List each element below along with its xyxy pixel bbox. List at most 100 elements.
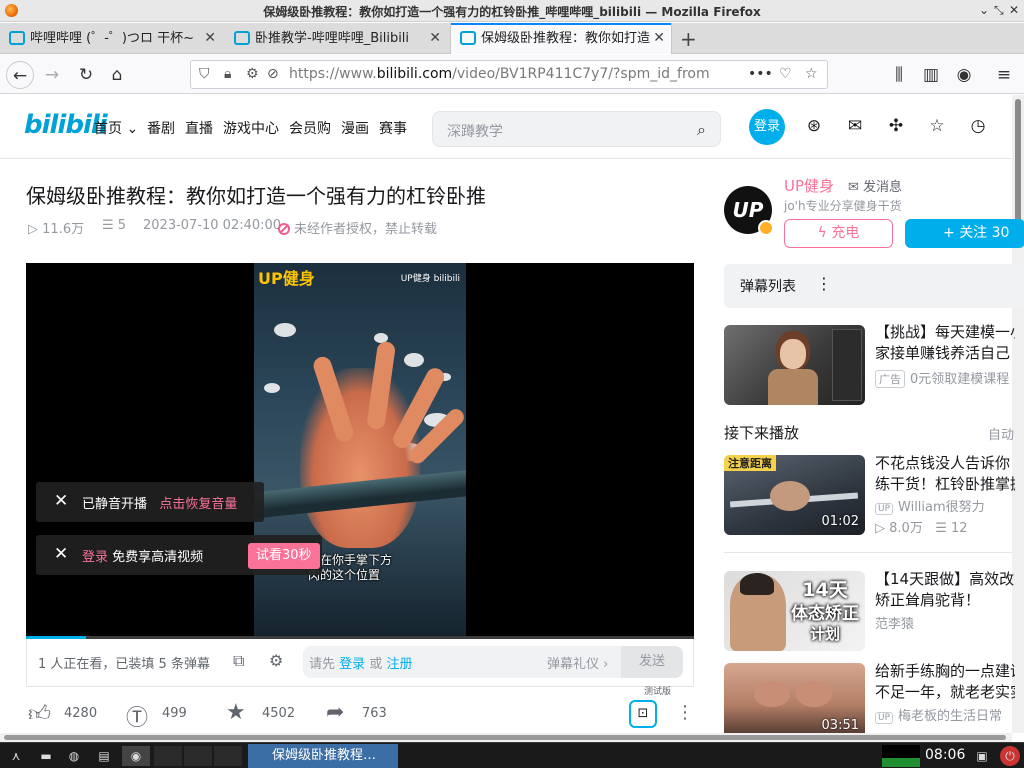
tab-bilibili-home[interactable]: 哔哩哔哩 (゜-゜)つロ 干杯~ ✕: [0, 23, 222, 54]
try-30s-button[interactable]: 试看30秒: [248, 543, 320, 569]
hand-image: [300, 368, 420, 548]
close-window-icon[interactable]: ✕: [1009, 3, 1019, 17]
register-link[interactable]: 注册: [386, 657, 412, 672]
workspace-1[interactable]: [154, 746, 182, 766]
sidebar-icon[interactable]: ▥: [917, 61, 945, 89]
shield-icon[interactable]: ⛉: [199, 66, 210, 82]
video-thumbnail[interactable]: 03:51: [724, 663, 865, 733]
reload-icon[interactable]: ↻: [72, 61, 100, 89]
user-icon[interactable]: ▣: [972, 746, 992, 766]
lock-icon[interactable]: 🔒︎: [224, 66, 231, 82]
danmaku-settings-icon[interactable]: ⚙: [269, 651, 283, 670]
uploader-avatar[interactable]: UP: [724, 186, 774, 236]
firefox-launcher-icon[interactable]: ◉: [122, 746, 150, 766]
tab-close-icon[interactable]: ✕: [204, 23, 216, 54]
tab-close-icon[interactable]: ✕: [429, 23, 441, 54]
danmaku-list-header[interactable]: 弹幕列表 ⋮: [724, 264, 1024, 308]
menu-esports[interactable]: 赛事: [379, 118, 407, 138]
close-icon[interactable]: ✕: [54, 544, 68, 564]
url-text[interactable]: https://www.bilibili.com/video/BV1RP411C…: [289, 66, 709, 82]
files-icon[interactable]: ▤: [92, 746, 116, 766]
bookmark-star-icon[interactable]: ☆: [805, 66, 818, 82]
send-danmaku-button[interactable]: 发送: [621, 646, 683, 678]
workspace-2[interactable]: [184, 746, 212, 766]
taskbar-firefox-window[interactable]: 保姆级卧推教程…: [248, 744, 398, 768]
favorites-icon[interactable]: ☆: [926, 115, 948, 137]
danmaku-etiquette-link[interactable]: 弹幕礼仪 ›: [547, 653, 608, 672]
more-options-icon[interactable]: ⋮: [676, 702, 694, 723]
danmaku-toggle-icon[interactable]: ⧉: [233, 651, 244, 671]
search-input[interactable]: 深蹲教学 ⌕: [432, 111, 721, 147]
charge-button[interactable]: ϟ 充电: [784, 219, 893, 248]
page-actions-icon[interactable]: •••: [748, 66, 773, 82]
video-title-link[interactable]: 不花点钱没人告诉你 练干货！杠铃卧推掌握: [875, 453, 1015, 495]
video-thumbnail[interactable]: 14天 体态矫正 计划: [724, 571, 865, 651]
uploader-name[interactable]: UP健身: [784, 175, 834, 196]
ad-title[interactable]: 【挑战】每天建模一小时家接单赚钱养活自己: [875, 322, 1015, 364]
ad-subtitle[interactable]: 广告 0元领取建模课程: [875, 368, 1009, 388]
new-tab-icon[interactable]: +: [680, 27, 697, 51]
power-icon[interactable]: ⏻: [1000, 746, 1020, 766]
tab-current-video[interactable]: 保姆级卧推教程：教你如打造 ✕: [450, 23, 672, 54]
terminal-icon[interactable]: ▬: [36, 746, 56, 766]
danmaku-input[interactable]: 请先 登录 或 注册 弹幕礼仪 › 发送: [303, 646, 683, 678]
kebab-menu-icon[interactable]: ⋮: [816, 274, 832, 293]
play-icon: ▷: [28, 222, 38, 237]
search-icon[interactable]: ⌕: [697, 120, 706, 140]
restore-icon[interactable]: ⤡: [994, 3, 1004, 18]
start-menu-icon[interactable]: ⋏: [4, 746, 28, 766]
danmaku-login-link[interactable]: 登录: [339, 657, 365, 672]
video-title-link[interactable]: 【14天跟做】高效改善 矫正耸肩驼背！: [875, 569, 1015, 611]
page-horizontal-scrollbar[interactable]: [0, 733, 1012, 742]
follow-button[interactable]: + 关注 30: [905, 219, 1024, 248]
tab-bench-search[interactable]: 卧推教学-哔哩哔哩_Bilibili ✕: [225, 23, 447, 54]
copyright-notice: 未经作者授权，禁止转载: [278, 218, 437, 237]
vip-icon[interactable]: ⊛: [803, 115, 825, 137]
navigation-toolbar: ← → ↻ ⌂ ⛉ 🔒︎ ⚙ ⊘ https://www.bilibili.co…: [0, 55, 1024, 94]
url-bar[interactable]: ⛉ 🔒︎ ⚙ ⊘ https://www.bilibili.com/video/…: [190, 60, 828, 89]
video-uploader[interactable]: UP William很努力: [875, 496, 985, 515]
page-vertical-scrollbar[interactable]: [1012, 95, 1024, 733]
video-player[interactable]: UP健身 UP健身 bilibili 放在你手掌下方 肉的这个位置 ✕ 已静音开播…: [26, 263, 694, 638]
ai-assistant-icon[interactable]: ⊡: [629, 700, 657, 728]
autoplay-blocked-icon[interactable]: ⊘: [267, 66, 279, 82]
dynamic-icon[interactable]: ✣: [885, 115, 907, 137]
home-icon[interactable]: ⌂: [103, 61, 131, 89]
globe-icon[interactable]: ◍: [64, 746, 84, 766]
video-thumbnail[interactable]: 注意距离 01:02: [724, 455, 865, 535]
menu-anime[interactable]: 番剧: [147, 118, 175, 138]
menu-hamburger-icon[interactable]: ≡: [990, 61, 1018, 89]
close-icon[interactable]: ✕: [54, 491, 68, 511]
workspace-3[interactable]: [214, 746, 242, 766]
menu-home[interactable]: 首页 ⌄: [94, 118, 138, 138]
menu-live[interactable]: 直播: [185, 118, 213, 138]
history-icon[interactable]: ◷: [967, 115, 989, 137]
forward-icon[interactable]: →: [38, 61, 66, 89]
restore-volume-link[interactable]: 点击恢复音量: [159, 497, 237, 512]
danmaku-bar: 1 人正在看，已装填 5 条弹幕 ⧉ ⚙ 请先 登录 或 注册 弹幕礼仪 › 发…: [26, 639, 694, 687]
section-divider: [724, 552, 1012, 553]
minimize-icon[interactable]: ⌄: [979, 3, 989, 17]
library-icon[interactable]: ⫼: [885, 61, 913, 89]
back-icon[interactable]: ←: [6, 61, 34, 89]
tab-close-icon[interactable]: ✕: [653, 23, 665, 54]
autoplay-toggle[interactable]: 自动: [988, 424, 1014, 443]
window-title: 保姆级卧推教程：教你如打造一个强有力的杠铃卧推_哔哩哔哩_bilibili — …: [263, 5, 761, 19]
send-message-link[interactable]: ✉ 发消息: [848, 176, 902, 195]
account-icon[interactable]: ◉: [950, 61, 978, 89]
login-button[interactable]: 登录: [749, 109, 785, 145]
video-uploader[interactable]: 范李猿: [875, 613, 914, 632]
permissions-icon[interactable]: ⚙: [246, 66, 259, 82]
menu-mall[interactable]: 会员购: [289, 118, 331, 138]
scrollbar-thumb[interactable]: [4, 735, 1006, 740]
scrollbar-thumb[interactable]: [1015, 99, 1021, 224]
pocket-icon[interactable]: ♡: [779, 66, 792, 82]
message-icon[interactable]: ✉: [844, 115, 866, 137]
thumbnail-overlay-text: 14天: [802, 579, 848, 601]
menu-manga[interactable]: 漫画: [341, 118, 369, 138]
video-title-link[interactable]: 给新手练胸的一点建议 不足一年，就老老实实: [875, 661, 1015, 703]
toast-login-link[interactable]: 登录: [82, 550, 108, 565]
menu-game-center[interactable]: 游戏中心: [223, 118, 279, 138]
ad-thumbnail[interactable]: [724, 325, 865, 405]
video-uploader[interactable]: UP 梅老板的生活日常: [875, 705, 1002, 724]
